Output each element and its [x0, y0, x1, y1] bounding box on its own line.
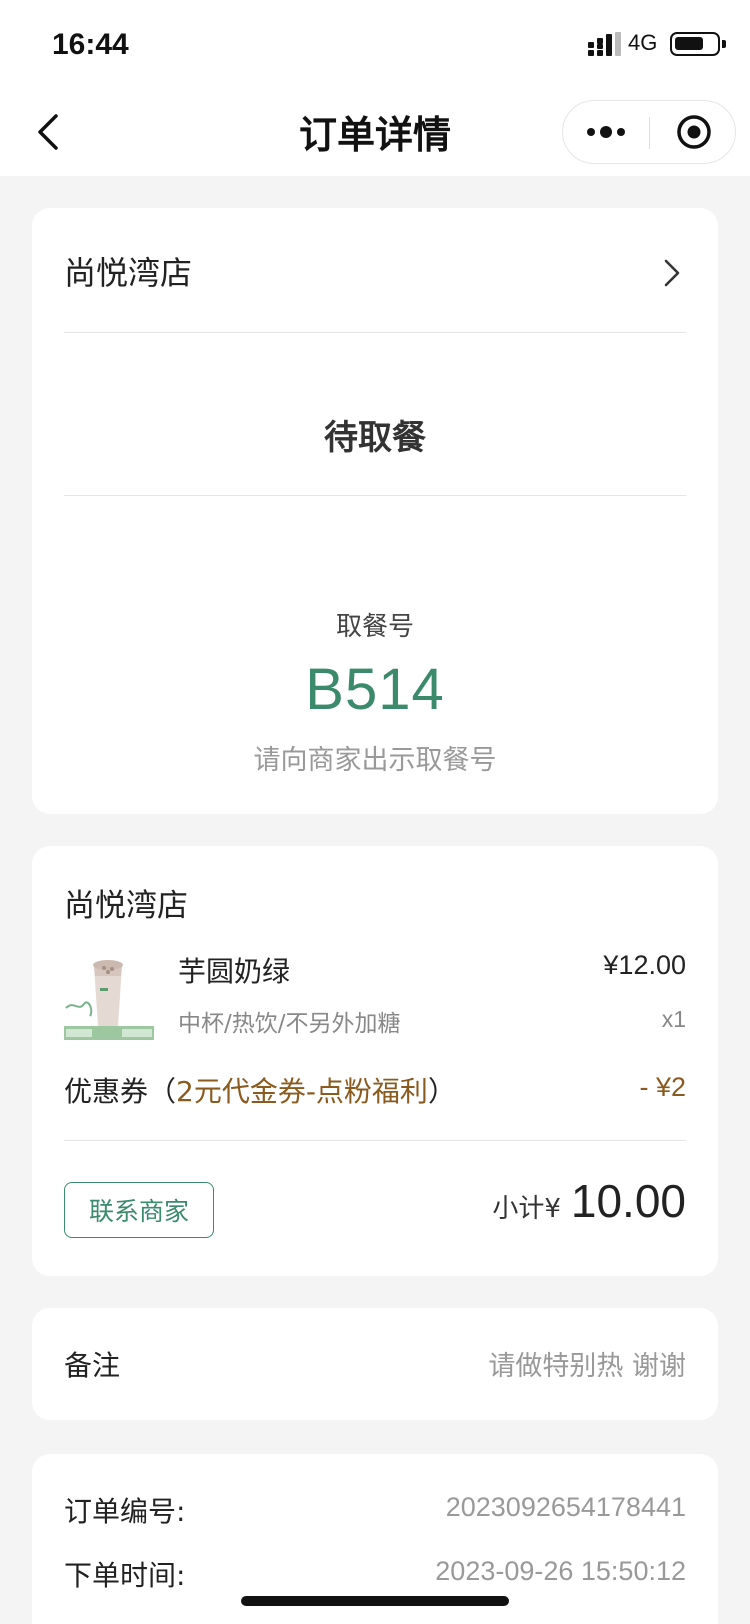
- target-close-icon[interactable]: [651, 101, 737, 163]
- order-time-value: 2023-09-26 15:50:12: [435, 1556, 686, 1586]
- chevron-left-icon[interactable]: [30, 110, 74, 154]
- divider: [64, 495, 686, 496]
- remark-card: 备注 请做特别热 谢谢: [32, 1308, 718, 1420]
- status-time: 16:44: [52, 28, 129, 61]
- status-bar: 16:44 4G: [0, 0, 750, 90]
- order-status-card: 尚悦湾店 待取餐 取餐号 B514 请向商家出示取餐号: [32, 208, 718, 814]
- coupon-row: 优惠券（2元代金券-点粉福利）: [64, 1070, 456, 1110]
- product-image: [64, 950, 154, 1040]
- signal-icon: [588, 32, 621, 56]
- store-link[interactable]: 尚悦湾店: [64, 248, 686, 298]
- remark-label: 备注: [64, 1349, 121, 1382]
- order-items-card: 尚悦湾店 芋圆奶绿 ¥12.00 中杯/热饮/不另外加糖 x1 优惠券（2元代金…: [32, 846, 718, 1276]
- order-time-label: 下单时间:: [64, 1559, 186, 1592]
- coupon-label: 优惠券（: [64, 1075, 177, 1108]
- order-number-label: 订单编号:: [64, 1495, 186, 1528]
- subtotal-label: 小计¥: [492, 1194, 561, 1224]
- item-name: 芋圆奶绿: [178, 955, 291, 988]
- coupon-name: 2元代金券-点粉福利: [176, 1075, 428, 1108]
- subtotal: 小计¥ 10.00: [492, 1174, 686, 1228]
- divider: [64, 1140, 686, 1141]
- battery-icon: [670, 32, 726, 56]
- order-status-text: 待取餐: [324, 418, 426, 458]
- remark-value: 请做特别热 谢谢: [488, 1351, 686, 1382]
- pickup-hint: 请向商家出示取餐号: [253, 745, 497, 776]
- coupon-close-paren: ）: [427, 1075, 456, 1108]
- more-dots-icon[interactable]: [563, 101, 649, 163]
- item-quantity: x1: [661, 1006, 686, 1032]
- store-name: 尚悦湾店: [64, 254, 193, 292]
- chevron-right-icon: [664, 259, 680, 287]
- divider: [64, 332, 686, 333]
- subtotal-value: 10.00: [570, 1175, 686, 1227]
- item-spec: 中杯/热饮/不另外加糖: [178, 1011, 401, 1037]
- order-number-value: 2023092654178441: [445, 1492, 686, 1522]
- home-indicator: [241, 1596, 509, 1606]
- capsule-divider: [649, 117, 650, 149]
- item-price: ¥12.00: [603, 950, 686, 980]
- menu-capsule: [562, 100, 736, 164]
- coupon-amount: - ¥2: [639, 1072, 686, 1102]
- pickup-label: 取餐号: [335, 612, 414, 642]
- pickup-number: B514: [305, 657, 445, 722]
- nav-bar: 订单详情: [0, 90, 750, 176]
- contact-merchant-button[interactable]: 联系商家: [64, 1182, 214, 1238]
- store-name: 尚悦湾店: [64, 888, 188, 924]
- network-type: 4G: [628, 30, 658, 55]
